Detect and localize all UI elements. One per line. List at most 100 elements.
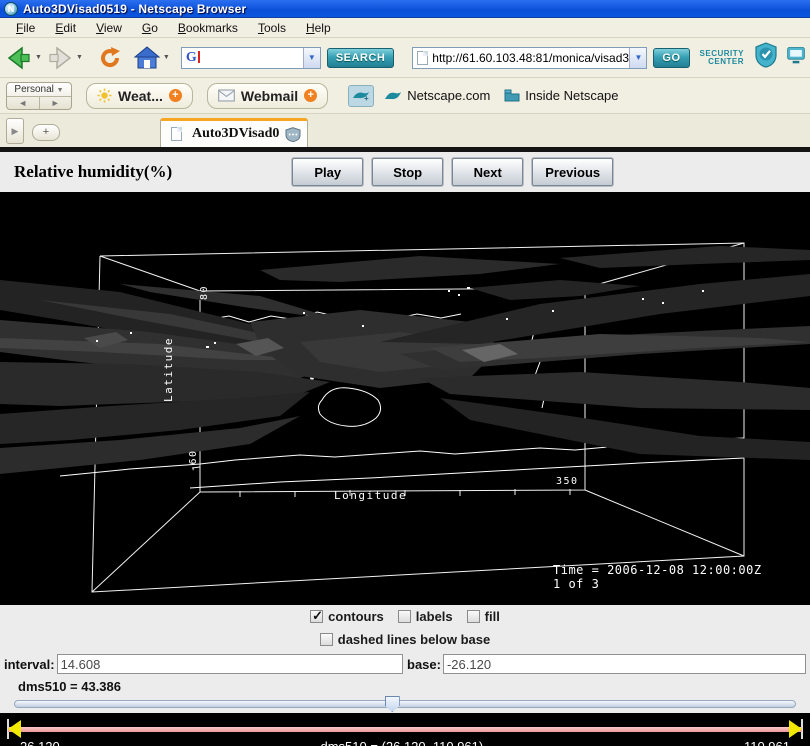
webmail-button[interactable]: Webmail + [207,83,328,109]
sun-icon [97,88,112,103]
tick-minus60: -60 [188,449,199,472]
iso-level-row: dms510 = 43.386 [0,677,810,695]
forward-icon [46,45,74,71]
menu-file[interactable]: File [6,19,45,37]
window-title: Auto3DVisad0519 - Netscape Browser [23,2,246,16]
labels-checkbox[interactable]: labels [398,609,453,624]
weather-bookmark-button[interactable]: Weat... + [86,83,193,109]
menu-view[interactable]: View [86,19,132,37]
go-button[interactable]: GO [653,48,689,68]
window-titlebar: N Auto3DVisad0519 - Netscape Browser [0,0,810,18]
security-shield-icon[interactable] [754,42,778,73]
add-netscape-button[interactable]: + [348,85,374,107]
range-max-label: 110.961 [744,739,790,746]
menu-go[interactable]: Go [132,19,168,37]
menu-bar: File Edit View Go Bookmarks Tools Help [0,18,810,38]
personal-toolbar: Personal ▼ ◄► Weat... + Webmail + + [0,78,810,114]
tab-bar: ▶ + Auto3DVisad0519 [0,114,810,147]
folder-icon [504,89,520,102]
fill-checkbox[interactable]: fill [467,609,500,624]
webmail-badge-icon: + [304,89,317,102]
tab-page-icon [171,127,182,141]
iso-level-slider[interactable] [0,695,810,713]
range-arrow-right-icon[interactable] [789,720,802,738]
back-button[interactable] [4,42,34,74]
url-input[interactable] [432,51,629,65]
search-dropdown-icon[interactable]: ▼ [303,48,320,68]
contour-fields: interval: base: [0,651,810,677]
next-button[interactable]: Next [452,158,523,186]
webmail-label: Webmail [241,88,298,104]
checkbox-icon[interactable] [467,610,480,623]
tab-active[interactable]: Auto3DVisad0519 [160,118,308,147]
checkbox-icon[interactable] [310,610,323,623]
sidebar-toggle-button[interactable]: ▶ [6,118,24,144]
contour-controls: contours labels fill dashed lines below … [0,605,810,651]
netscape-com-link[interactable]: Netscape.com [384,88,490,103]
menu-tools[interactable]: Tools [248,19,296,37]
checkbox-icon[interactable] [398,610,411,623]
menu-edit[interactable]: Edit [45,19,86,37]
visad-3d-canvas[interactable]: Longitude Latitude 350 -60 80 Time = 200… [0,192,810,605]
range-bar[interactable] [8,727,802,732]
forward-dropdown[interactable]: ▼ [76,54,83,61]
home-dropdown[interactable]: ▼ [163,54,170,61]
menu-bookmarks[interactable]: Bookmarks [168,19,248,37]
base-field[interactable] [443,654,806,674]
back-dropdown[interactable]: ▼ [35,54,42,61]
netscape-logo-icon: N [4,2,18,16]
search-combobox[interactable]: G ▼ [181,47,321,69]
netscape-wave-icon: + [352,90,370,102]
menu-help[interactable]: Help [296,19,341,37]
page-icon [417,51,428,65]
weather-label: Weat... [118,88,163,104]
page-title: Relative humidity(%) [14,162,172,182]
interval-field[interactable] [57,654,403,674]
reload-icon [97,45,123,71]
chevron-down-icon: ▼ [57,87,64,94]
slider-track[interactable] [14,700,796,708]
security-center-label[interactable]: SECURITY CENTER [700,50,744,66]
weather-badge-icon: + [169,89,182,102]
home-button[interactable] [132,42,162,74]
home-icon [133,45,161,71]
new-tab-button[interactable]: + [32,124,60,141]
personal-folder-widget[interactable]: Personal ▼ ◄► [6,82,72,110]
applet-header: Relative humidity(%) Play Stop Next Prev… [0,152,810,192]
forward-button[interactable] [45,42,75,74]
url-combobox[interactable]: ▼ [412,47,647,69]
search-button[interactable]: SEARCH [327,48,394,68]
personal-next-icon[interactable]: ► [40,97,72,109]
select-range-widget[interactable]: 26.120 dms510 = (26.120, 110.961) 110.96… [0,713,810,746]
navigation-toolbar: ▼ ▼ ▼ G ▼ SEARCH ▼ GO SECURITY CENTER [0,38,810,78]
base-label: base: [407,657,441,672]
svg-text:+: + [364,94,369,102]
url-dropdown-icon[interactable]: ▼ [629,48,646,68]
range-center-label: dms510 = (26.120, 110.961) [320,739,483,746]
tick-350: 350 [556,476,579,487]
previous-button[interactable]: Previous [532,158,613,186]
contours-checkbox[interactable]: contours [310,609,384,624]
tab-shield-icon[interactable] [285,127,301,142]
reload-button[interactable] [96,42,124,74]
animation-controls: Play Stop Next Previous [292,158,613,186]
envelope-icon [218,89,235,102]
tab-title: Auto3DVisad0519 [192,126,279,142]
interval-label: interval: [4,657,55,672]
play-button[interactable]: Play [292,158,363,186]
stop-button[interactable]: Stop [372,158,443,186]
netscape-wave-icon [384,90,402,102]
search-input[interactable] [199,51,303,65]
back-icon [5,45,33,71]
multibar-icon[interactable] [786,43,806,72]
iso-level-label: dms510 = 43.386 [18,679,121,694]
tick-80: 80 [199,285,210,300]
personal-prev-icon[interactable]: ◄ [7,97,40,109]
slider-thumb[interactable] [385,696,400,712]
time-label: Time = 2006-12-08 12:00:00Z [553,563,762,577]
checkbox-icon[interactable] [320,633,333,646]
inside-netscape-link[interactable]: Inside Netscape [504,88,618,103]
search-engine-icon: G [186,50,197,66]
dashed-lines-checkbox[interactable]: dashed lines below base [320,632,490,647]
range-arrow-left-icon[interactable] [8,720,21,738]
